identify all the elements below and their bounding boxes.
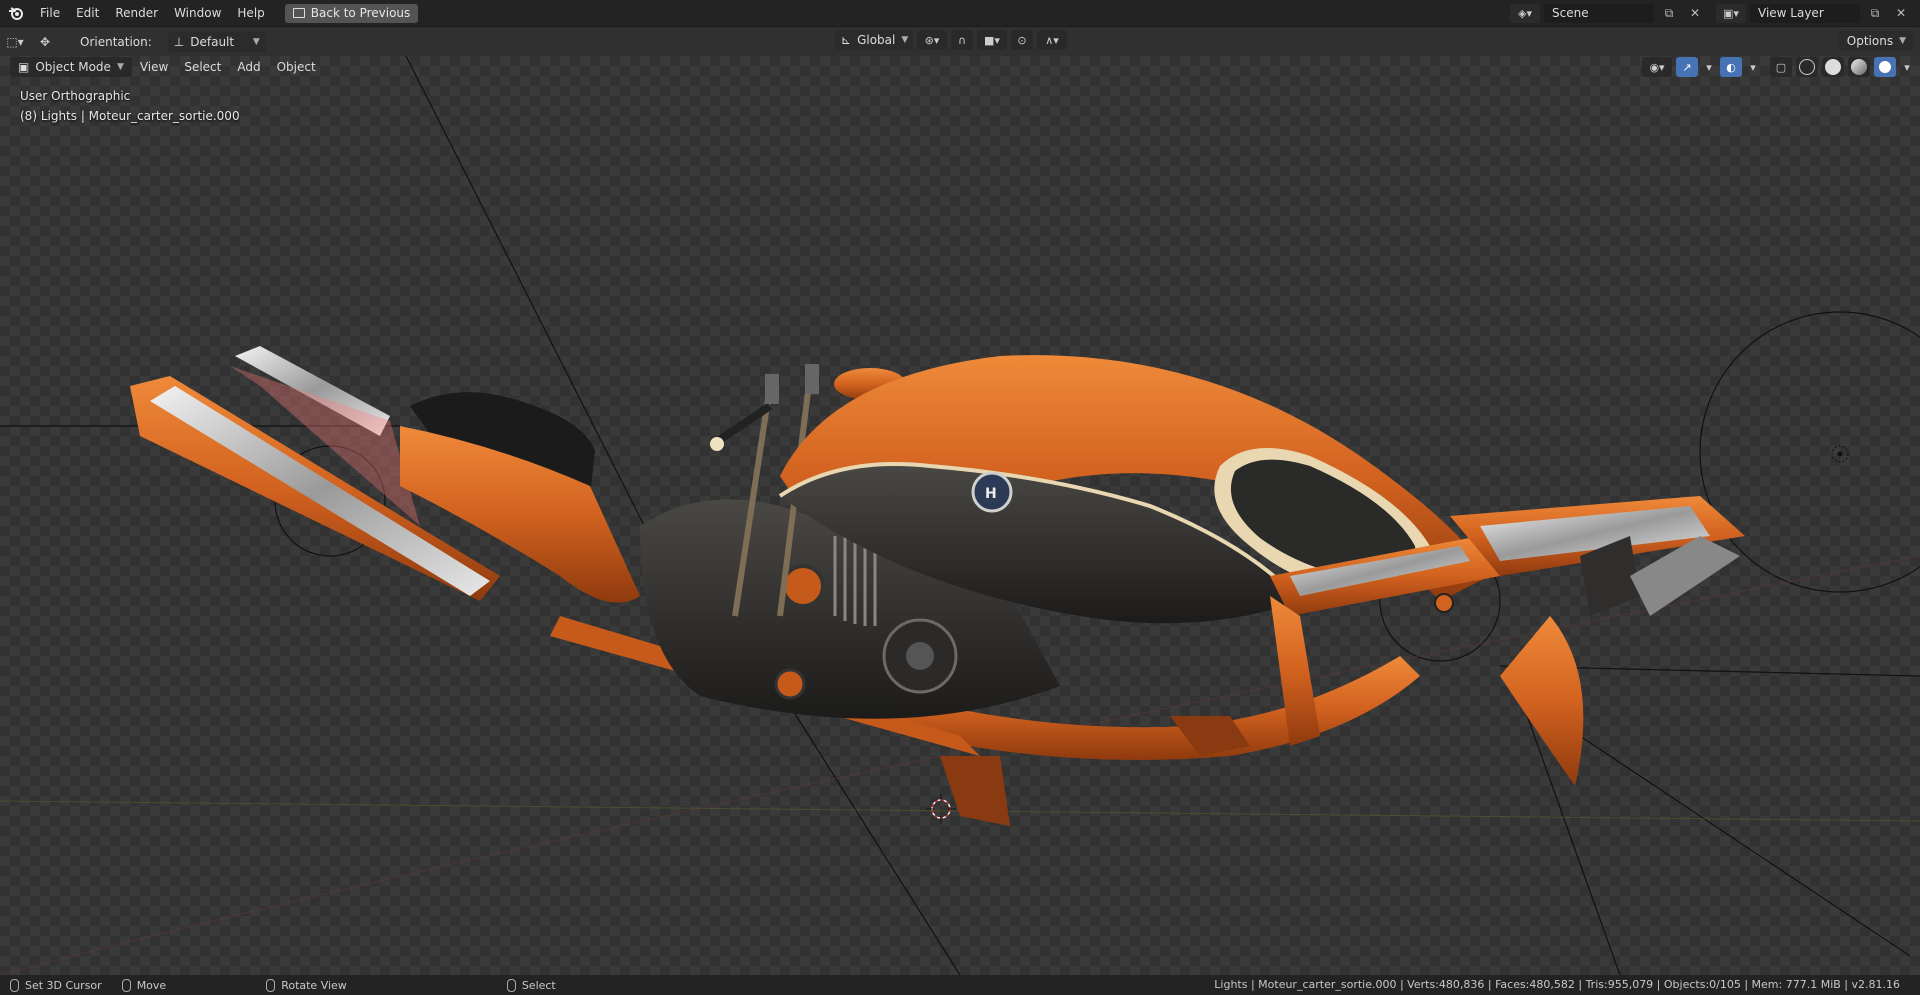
status-bar: Set 3D Cursor Move Rotate View Select Li… (0, 975, 1920, 995)
overlay-icon[interactable]: ◐ (1720, 57, 1742, 77)
3d-viewport[interactable]: H ▣ Object Mode ▼ View Select Add Object… (0, 56, 1920, 975)
move-icon[interactable]: ✥ (30, 31, 60, 53)
active-object-info: (8) Lights | Moteur_carter_sortie.000 (20, 109, 240, 123)
chevron-down-icon: ▼ (116, 62, 124, 72)
status-right-action: Rotate View (256, 978, 357, 992)
scene-statistics: Lights | Moteur_carter_sortie.000 | Vert… (1214, 978, 1900, 991)
xray-icon[interactable]: ▢ (1770, 57, 1792, 77)
chevron-down-icon: ▼ (1899, 36, 1906, 46)
cursor-3d-icon (926, 794, 956, 824)
transform-orientation-dropdown[interactable]: ⊾ Global ▼ (835, 30, 913, 50)
mouse-middle-icon (121, 978, 131, 992)
close-icon[interactable]: ✕ (1890, 4, 1912, 23)
view-layer-icon[interactable]: ▣▾ (1716, 3, 1746, 23)
top-right-controls: ◈▾ Scene ⧉ ✕ ▣▾ View Layer ⧉ ✕ (1510, 0, 1920, 26)
viewport-header-right: ◉▾ ↗ ▾ ◐ ▾ ▢ ▾ (1642, 57, 1914, 77)
rendered-shading-icon[interactable] (1874, 57, 1896, 77)
options-button[interactable]: Options ▼ (1838, 31, 1914, 51)
tool-header: ⬚▾ ✥ Orientation: ⊥ Default ▼ ⊾ Global ▼… (0, 26, 1920, 56)
viewport-menu-select[interactable]: Select (176, 57, 229, 77)
back-to-previous-button[interactable]: Back to Previous (284, 3, 419, 23)
view-name: User Orthographic (20, 89, 131, 103)
visibility-icon[interactable]: ◉▾ (1642, 57, 1672, 77)
mode-dropdown[interactable]: ▣ Object Mode ▼ (10, 57, 132, 77)
wireframe-shading-icon[interactable] (1796, 57, 1818, 77)
menu-file[interactable]: File (32, 0, 68, 26)
axes-icon: ⊥ (173, 34, 185, 49)
falloff-icon[interactable]: ∧▾ (1037, 30, 1067, 50)
solid-shading-icon[interactable] (1822, 57, 1844, 77)
status-middle-label: Move (136, 978, 167, 992)
transform-tool-icon[interactable]: ⬚▾ (0, 31, 30, 53)
chevron-down-icon[interactable]: ▾ (1746, 57, 1760, 77)
status-right-label: Rotate View (281, 978, 347, 992)
chevron-down-icon: ▼ (901, 35, 909, 45)
close-icon[interactable]: ✕ (1684, 4, 1706, 23)
view-layer-field[interactable]: View Layer (1750, 3, 1860, 23)
menu-render[interactable]: Render (107, 0, 166, 26)
motorcycle-model: H (130, 346, 1745, 826)
back-icon (292, 8, 305, 18)
pivot-icon[interactable]: ⊛▾ (917, 30, 947, 50)
transform-orientation-value: Global (857, 33, 896, 47)
blender-logo-icon[interactable] (0, 0, 32, 26)
chevron-down-icon: ▼ (252, 36, 260, 47)
viewport-header: ▣ Object Mode ▼ View Select Add Object ◉… (0, 56, 1920, 78)
new-view-layer-icon[interactable]: ⧉ (1864, 4, 1886, 23)
mouse-left-icon (10, 978, 19, 992)
snap-target-icon[interactable]: ■▾ (977, 30, 1007, 50)
status-select-label: Select (521, 978, 556, 992)
new-scene-icon[interactable]: ⧉ (1658, 4, 1680, 23)
gizmo-icon[interactable]: ↗ (1676, 57, 1698, 77)
menu-edit[interactable]: Edit (68, 0, 107, 26)
back-button-label: Back to Previous (310, 6, 411, 20)
chevron-down-icon[interactable]: ▾ (1900, 57, 1914, 77)
scene-field[interactable]: Scene (1544, 3, 1654, 23)
chevron-down-icon[interactable]: ▾ (1702, 57, 1716, 77)
menu-window[interactable]: Window (166, 0, 229, 26)
scene-icon[interactable]: ◈▾ (1510, 3, 1540, 23)
viewport-menu-add[interactable]: Add (229, 57, 268, 77)
viewport-info: User Orthographic (8) Lights | Moteur_ca… (20, 86, 240, 126)
menu-help[interactable]: Help (229, 0, 272, 26)
top-bar: File Edit Render Window Help Back to Pre… (0, 0, 1920, 26)
mouse-left-icon (506, 978, 516, 992)
global-axes-icon: ⊾ (841, 33, 852, 47)
status-left-action: Set 3D Cursor (0, 978, 112, 992)
orientation-value: Default (190, 34, 235, 49)
scene-render: H (0, 56, 1920, 975)
orientation-dropdown[interactable]: ⊥ Default ▼ (167, 31, 266, 52)
status-left-label: Set 3D Cursor (25, 978, 102, 992)
mode-label: Object Mode (35, 60, 111, 74)
status-middle-action: Move (112, 978, 177, 992)
orientation-label: Orientation: (80, 34, 152, 49)
proportional-icon[interactable]: ⊙ (1011, 30, 1033, 50)
material-shading-icon[interactable] (1848, 57, 1870, 77)
status-select-action: Select (497, 978, 566, 992)
viewport-menu-object[interactable]: Object (269, 57, 324, 77)
object-mode-icon: ▣ (18, 60, 30, 74)
options-label: Options (1846, 34, 1894, 48)
svg-text:H: H (985, 486, 997, 502)
transform-controls: ⊾ Global ▼ ⊛▾ ∩ ■▾ ⊙ ∧▾ (835, 30, 1067, 50)
snap-icon[interactable]: ∩ (951, 30, 973, 50)
viewport-menu-view[interactable]: View (132, 57, 176, 77)
mouse-right-icon (266, 978, 276, 992)
